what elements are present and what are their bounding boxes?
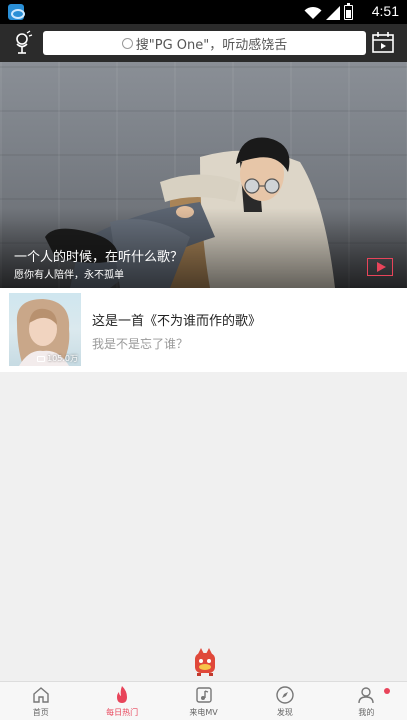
play-count: 105.0万 (37, 353, 78, 364)
user-icon (358, 687, 375, 704)
nav-label-ringtone-mv: 来电MV (189, 708, 218, 717)
search-icon (121, 37, 133, 49)
app-notification-icon (8, 4, 25, 20)
status-bar: 4:51 (0, 0, 407, 24)
microphone-icon (16, 30, 33, 54)
status-time: 4:51 (371, 3, 399, 19)
search-input[interactable]: 搜"PG One"，听动感饶舌 (43, 31, 366, 55)
nav-label-home: 首页 (32, 708, 49, 717)
nav-label-discover: 发现 (276, 708, 293, 717)
home-icon (33, 687, 49, 703)
song-thumbnail[interactable]: 105.0万 (9, 293, 81, 366)
app-header: 搜"PG One"，听动感饶舌 (0, 24, 407, 62)
banner-play-button[interactable] (367, 258, 393, 276)
music-video-icon (195, 687, 212, 703)
nav-item-mine[interactable]: 我的 (326, 682, 407, 720)
battery-icon (344, 3, 353, 20)
song-title: 这是一首《不为谁而作的歌》 (92, 314, 262, 329)
featured-banner[interactable]: 一个人的时候，在听什么歌？ 愿你有人陪伴，永不孤单 (0, 62, 407, 288)
nav-label-mine: 我的 (358, 708, 375, 717)
nav-item-discover[interactable]: 发现 (244, 682, 325, 720)
video-icon (37, 355, 46, 362)
bottom-nav: 首页 每日热门 来电MV 发现 我的 (0, 681, 407, 720)
calendar-icon (372, 32, 394, 53)
daily-schedule-button[interactable] (371, 30, 397, 56)
song-card[interactable]: 105.0万 这是一首《不为谁而作的歌》 我是不是忘了谁？ (0, 288, 407, 372)
nav-label-daily-hot: 每日热门 (106, 708, 139, 717)
mascot-icon[interactable] (192, 648, 218, 676)
song-subtitle: 我是不是忘了谁？ (92, 337, 189, 351)
status-icons (304, 3, 353, 20)
compass-icon (276, 686, 294, 704)
wifi-icon (304, 6, 322, 20)
search-placeholder: 搜"PG One"，听动感饶舌 (135, 37, 288, 53)
signal-icon (326, 6, 340, 20)
banner-title: 一个人的时候，在听什么歌？ (14, 250, 184, 265)
nav-item-home[interactable]: 首页 (0, 682, 81, 720)
flame-icon (117, 686, 128, 703)
nav-item-ringtone-mv[interactable]: 来电MV (163, 682, 244, 720)
play-icon (376, 262, 386, 272)
play-count-value: 105.0万 (47, 354, 78, 363)
banner-subtitle: 愿你有人陪伴，永不孤单 (14, 270, 124, 281)
voice-search-button[interactable] (10, 30, 36, 56)
notification-dot (384, 688, 391, 694)
nav-item-daily-hot[interactable]: 每日热门 (81, 682, 162, 720)
